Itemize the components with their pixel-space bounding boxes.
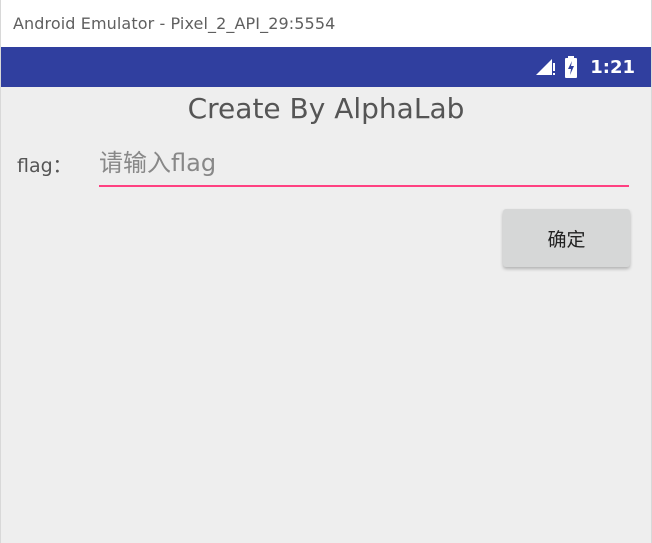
app-content: Create By AlphaLab flag： 确定 (1, 87, 651, 543)
emulator-window: Android Emulator - Pixel_2_API_29:5554 1… (0, 0, 652, 543)
flag-label: flag： (17, 155, 72, 177)
window-titlebar[interactable]: Android Emulator - Pixel_2_API_29:5554 (1, 0, 651, 47)
window-title: Android Emulator - Pixel_2_API_29:5554 (13, 14, 336, 33)
status-time: 1:21 (590, 56, 635, 78)
confirm-button[interactable]: 确定 (503, 209, 630, 267)
android-status-bar: 1:21 (1, 47, 651, 87)
battery-icon (564, 55, 578, 79)
app-title: Create By AlphaLab (187, 92, 465, 125)
flag-input[interactable] (99, 143, 629, 187)
signal-icon (534, 55, 556, 79)
